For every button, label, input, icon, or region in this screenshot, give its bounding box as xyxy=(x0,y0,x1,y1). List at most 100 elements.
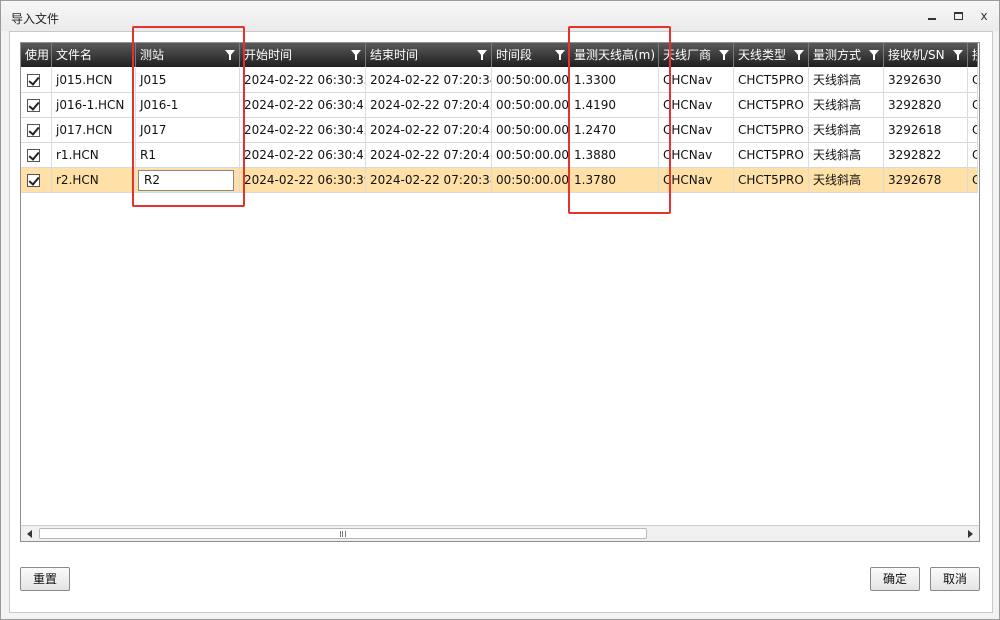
cell-receiver-sn[interactable]: 3292630 xyxy=(884,68,968,93)
filter-icon[interactable] xyxy=(225,50,235,60)
cell-start-time[interactable]: 2024-02-22 06:30:35 xyxy=(240,68,366,93)
station-edit-field[interactable]: R2 xyxy=(138,170,234,191)
column-header-antenna-vendor[interactable]: 天线厂商 xyxy=(659,43,734,67)
cell-antenna-type[interactable]: CHCT5PRO xyxy=(734,118,809,143)
table-row[interactable]: j016-1.HCN J016-1 2024-02-22 06:30:43 2024-… xyxy=(21,93,978,118)
scroll-right-icon[interactable] xyxy=(968,530,973,538)
column-header-measure-method[interactable]: 量测方式 xyxy=(809,43,884,67)
column-header-file-name[interactable]: 文件名 xyxy=(52,43,136,67)
column-header-end-time[interactable]: 结束时间 xyxy=(366,43,492,67)
scroll-thumb[interactable] xyxy=(39,528,647,539)
cell-station[interactable]: J016-1 xyxy=(136,93,240,118)
cell-receiver-sn[interactable]: 3292822 xyxy=(884,143,968,168)
cell-measure-method[interactable]: 天线斜高 xyxy=(809,168,884,193)
cell-file-name[interactable]: r2.HCN xyxy=(52,168,136,193)
close-button[interactable]: x xyxy=(977,9,991,23)
column-header-antenna-type[interactable]: 天线类型 xyxy=(734,43,809,67)
cell-antenna-vendor[interactable]: CHCNav xyxy=(659,68,734,93)
use-checkbox[interactable] xyxy=(27,74,40,87)
table-row[interactable]: r1.HCN R1 2024-02-22 06:30:42 2024-02-22 07… xyxy=(21,143,978,168)
cell-end-time[interactable]: 2024-02-22 07:20:38 xyxy=(366,168,492,193)
cell-file-name[interactable]: j017.HCN xyxy=(52,118,136,143)
cell-antenna-type[interactable]: CHCT5PRO xyxy=(734,143,809,168)
cell-measure-method[interactable]: 天线斜高 xyxy=(809,143,884,168)
cell-receiver-sn[interactable]: 3292678 xyxy=(884,168,968,193)
cell-use[interactable] xyxy=(21,68,52,93)
ok-button[interactable]: 确定 xyxy=(870,567,920,591)
cell-measure-method[interactable]: 天线斜高 xyxy=(809,118,884,143)
cell-use[interactable] xyxy=(21,168,52,193)
cell-period[interactable]: 00:50:00.000 xyxy=(492,93,570,118)
cell-start-time[interactable]: 2024-02-22 06:30:42 xyxy=(240,143,366,168)
title-bar[interactable]: 导入文件 x xyxy=(1,1,999,31)
minimize-button[interactable] xyxy=(925,9,939,23)
cell-receiver-sn[interactable]: 3292820 xyxy=(884,93,968,118)
cell-antenna-height[interactable]: 1.4190 xyxy=(570,93,659,118)
table-row[interactable]: j017.HCN J017 2024-02-22 06:30:42 2024-02-2… xyxy=(21,118,978,143)
cell-measure-method[interactable]: 天线斜高 xyxy=(809,93,884,118)
cell-measure-method[interactable]: 天线斜高 xyxy=(809,68,884,93)
filter-icon[interactable] xyxy=(351,50,361,60)
cell-end-time[interactable]: 2024-02-22 07:20:34 xyxy=(366,68,492,93)
table-row[interactable]: r2.HCN R2 2024-02-22 06:30:39 2024-02-22 07… xyxy=(21,168,978,193)
cell-antenna-vendor[interactable]: CHCNav xyxy=(659,93,734,118)
cell-use[interactable] xyxy=(21,93,52,118)
cell-period[interactable]: 00:50:00.000 xyxy=(492,118,570,143)
cell-period[interactable]: 00:50:00.000 xyxy=(492,68,570,93)
cell-truncated[interactable]: C xyxy=(968,143,978,168)
cell-start-time[interactable]: 2024-02-22 06:30:42 xyxy=(240,118,366,143)
horizontal-scrollbar[interactable] xyxy=(21,525,979,541)
filter-icon[interactable] xyxy=(953,50,963,60)
cell-antenna-vendor[interactable]: CHCNav xyxy=(659,168,734,193)
filter-icon[interactable] xyxy=(869,50,879,60)
cell-end-time[interactable]: 2024-02-22 07:20:41 xyxy=(366,143,492,168)
cell-antenna-vendor[interactable]: CHCNav xyxy=(659,118,734,143)
reset-button[interactable]: 重置 xyxy=(20,567,70,591)
cell-station[interactable]: J015 xyxy=(136,68,240,93)
cell-antenna-height[interactable]: 1.3780 xyxy=(570,168,659,193)
cell-file-name[interactable]: j015.HCN xyxy=(52,68,136,93)
use-checkbox[interactable] xyxy=(27,99,40,112)
cancel-button[interactable]: 取消 xyxy=(930,567,980,591)
cell-truncated[interactable]: C xyxy=(968,118,978,143)
cell-antenna-height[interactable]: 1.2470 xyxy=(570,118,659,143)
table-row[interactable]: j015.HCN J015 2024-02-22 06:30:35 2024-02-2… xyxy=(21,68,978,93)
cell-use[interactable] xyxy=(21,143,52,168)
use-checkbox[interactable] xyxy=(27,174,40,187)
cell-truncated[interactable]: C xyxy=(968,68,978,93)
column-header-station[interactable]: 测站 xyxy=(136,43,240,67)
cell-truncated[interactable]: C xyxy=(968,93,978,118)
cell-period[interactable]: 00:50:00.000 xyxy=(492,143,570,168)
cell-use[interactable] xyxy=(21,118,52,143)
column-header-period[interactable]: 时间段 xyxy=(492,43,570,67)
cell-period[interactable]: 00:50:00.000 xyxy=(492,168,570,193)
cell-antenna-type[interactable]: CHCT5PRO xyxy=(734,168,809,193)
cell-antenna-vendor[interactable]: CHCNav xyxy=(659,143,734,168)
cell-station[interactable]: J017 xyxy=(136,118,240,143)
filter-icon[interactable] xyxy=(477,50,487,60)
column-header-truncated[interactable]: 接 xyxy=(968,43,978,67)
cell-truncated[interactable]: C xyxy=(968,168,978,193)
column-header-receiver-sn[interactable]: 接收机/SN xyxy=(884,43,968,67)
filter-icon[interactable] xyxy=(555,50,565,60)
filter-icon[interactable] xyxy=(719,50,729,60)
cell-antenna-type[interactable]: CHCT5PRO xyxy=(734,68,809,93)
cell-station[interactable]: R2 xyxy=(136,168,240,193)
cell-antenna-height[interactable]: 1.3880 xyxy=(570,143,659,168)
maximize-button[interactable] xyxy=(951,9,965,23)
cell-end-time[interactable]: 2024-02-22 07:20:42 xyxy=(366,93,492,118)
cell-station[interactable]: R1 xyxy=(136,143,240,168)
cell-file-name[interactable]: j016-1.HCN xyxy=(52,93,136,118)
filter-icon[interactable] xyxy=(794,50,804,60)
column-header-antenna-height[interactable]: 量测天线高(m) xyxy=(570,43,659,67)
cell-start-time[interactable]: 2024-02-22 06:30:43 xyxy=(240,93,366,118)
cell-file-name[interactable]: r1.HCN xyxy=(52,143,136,168)
cell-antenna-type[interactable]: CHCT5PRO xyxy=(734,93,809,118)
column-header-use[interactable]: 使用 xyxy=(21,43,52,67)
cell-receiver-sn[interactable]: 3292618 xyxy=(884,118,968,143)
cell-start-time[interactable]: 2024-02-22 06:30:39 xyxy=(240,168,366,193)
use-checkbox[interactable] xyxy=(27,149,40,162)
use-checkbox[interactable] xyxy=(27,124,40,137)
cell-antenna-height[interactable]: 1.3300 xyxy=(570,68,659,93)
column-header-start-time[interactable]: 开始时间 xyxy=(240,43,366,67)
